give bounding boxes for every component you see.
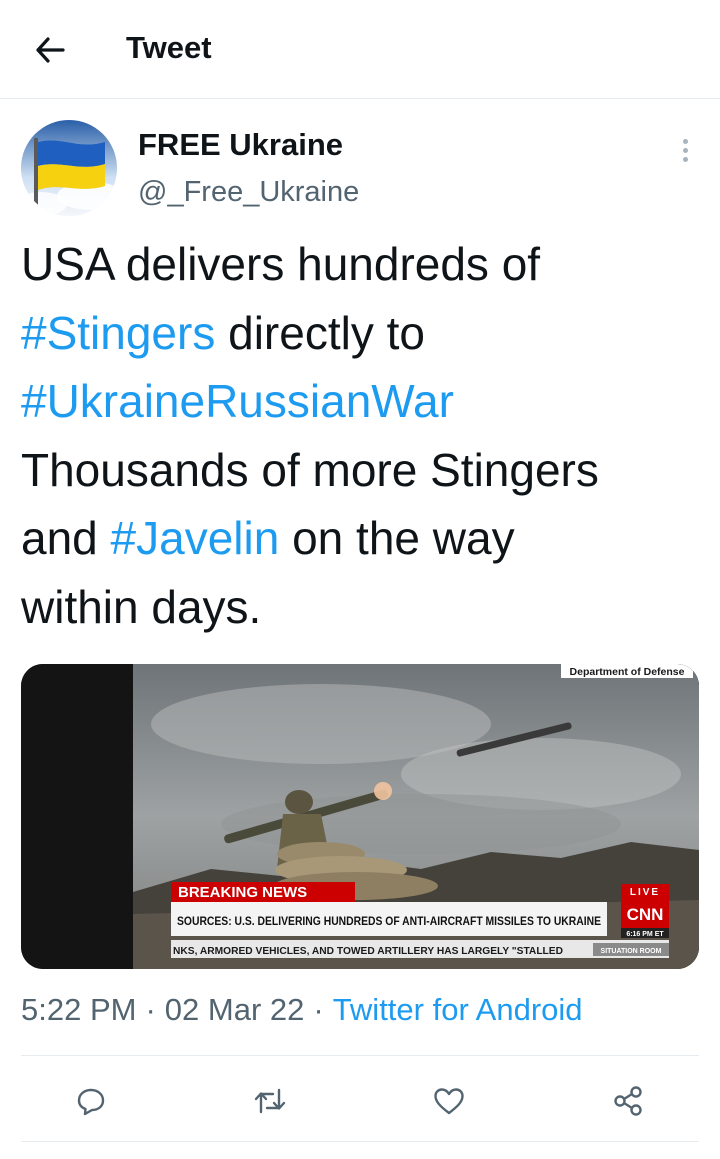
cnn-logo: CNN	[627, 905, 664, 924]
tweet-media-image[interactable]: Department of Defense BREAKING NEWS SOUR…	[21, 664, 699, 969]
tweet-text-line: #UkraineRussianWar	[21, 367, 711, 436]
tweet-time: 5:22 PM	[21, 992, 137, 1027]
top-bar: Tweet	[0, 0, 720, 99]
more-dot-icon	[682, 138, 688, 144]
tweet-date: 02 Mar 22	[164, 992, 305, 1027]
like-button[interactable]	[424, 1076, 474, 1126]
arrow-left-icon	[36, 37, 65, 63]
hashtag-link[interactable]: #UkraineRussianWar	[21, 375, 454, 427]
retweet-button[interactable]	[245, 1076, 295, 1126]
share-button[interactable]	[603, 1076, 653, 1126]
reply-button[interactable]	[66, 1076, 116, 1126]
hashtag-link[interactable]: #Javelin	[111, 512, 280, 564]
tweet-text-segment: and	[21, 512, 111, 564]
news-ticker: NKS, ARMORED VEHICLES, AND TOWED ARTILLE…	[173, 945, 563, 957]
tweet-text-line: within days.	[21, 573, 711, 642]
divider	[21, 1055, 699, 1056]
ukraine-flag-avatar	[21, 120, 117, 216]
more-dot-icon	[682, 147, 688, 153]
avatar[interactable]	[21, 120, 117, 216]
share-icon	[614, 1086, 642, 1116]
live-label: LIVE	[630, 887, 660, 898]
tweet-text-segment: directly to	[215, 306, 425, 359]
heart-icon	[434, 1088, 464, 1115]
more-options-button[interactable]	[670, 132, 700, 168]
tweet-text-line: #Stingers directly to	[21, 299, 711, 368]
page-title: Tweet	[126, 30, 212, 65]
retweet-icon	[254, 1088, 286, 1114]
show-name: SITUATION ROOM	[601, 948, 662, 955]
tweet-actions	[0, 1072, 720, 1128]
author-handle[interactable]: @_Free_Ukraine	[138, 176, 359, 209]
tweet-text-segment: within days.	[21, 580, 262, 633]
author-name[interactable]: FREE Ukraine	[138, 127, 343, 163]
broadcast-time: 6:16 PM ET	[626, 931, 664, 938]
news-headline: SOURCES: U.S. DELIVERING HUNDREDS OF ANT…	[177, 914, 601, 928]
breaking-news-label: BREAKING NEWS	[178, 884, 307, 901]
meta-separator: ·	[145, 992, 156, 1027]
tweet-source-link[interactable]: Twitter for Android	[333, 992, 583, 1027]
tweet-text-line: and #Javelin on the way	[21, 504, 711, 573]
dod-tag: Department of Defense	[570, 666, 685, 678]
news-screenshot: Department of Defense BREAKING NEWS SOUR…	[21, 664, 699, 969]
tweet-text-line: Thousands of more Stingers	[21, 436, 711, 505]
back-button[interactable]	[30, 30, 70, 70]
tweet-text-segment: USA delivers hundreds of	[21, 238, 541, 290]
tweet-text-segment: on the way	[279, 512, 515, 564]
hashtag-link[interactable]: #Stingers	[21, 307, 215, 359]
tweet-text-segment: Thousands of more Stingers	[21, 443, 599, 496]
tweet-text-line: USA delivers hundreds of	[21, 230, 711, 299]
tweet-meta: 5:22 PM · 02 Mar 22 · Twitter for Android	[21, 992, 583, 1028]
tweet-text: USA delivers hundreds of #Stingers direct…	[21, 230, 711, 641]
divider	[21, 1141, 699, 1142]
more-dot-icon	[682, 156, 688, 162]
speech-bubble-icon	[77, 1088, 105, 1116]
meta-separator: ·	[313, 992, 324, 1027]
